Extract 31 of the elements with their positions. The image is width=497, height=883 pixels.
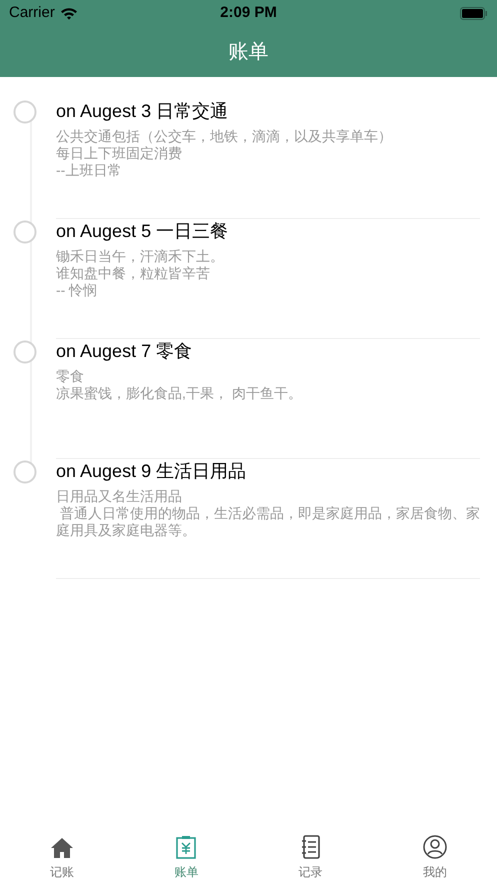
entry-title: on Augest 3 日常交通 <box>56 100 230 123</box>
timeline-circle-icon <box>13 100 37 124</box>
timeline-circle-icon <box>13 340 37 364</box>
entry-description: 公共交通包括（公交车，地铁，滴滴，以及共享单车） <box>56 128 393 145</box>
entry-description: --上班日常 <box>56 162 122 179</box>
timeline-circle-icon <box>13 220 37 244</box>
home-icon[interactable] <box>50 837 74 859</box>
timeline-circle-icon <box>13 460 37 484</box>
entry-description: 零食 <box>56 368 85 385</box>
clock-label: 2:09 PM <box>220 3 277 24</box>
entry-description: 日用品又名生活用品 <box>56 488 183 505</box>
entry-description: 每日上下班固定消费 <box>56 145 183 162</box>
tab-label[interactable]: 我的 <box>422 863 447 881</box>
entry-description: 普通人日常使用的物品，生活必需品，即是家庭用品，家居食物、家庭用具及家庭电器等。 <box>56 505 480 539</box>
entry-description: 谁知盘中餐，粒粒皆辛苦 <box>56 265 211 282</box>
profile-icon[interactable] <box>422 835 447 859</box>
carrier-label: Carrier <box>9 3 55 24</box>
clipboard-icon[interactable] <box>176 835 196 859</box>
tab-label[interactable]: 记录 <box>298 863 323 881</box>
tab-label[interactable]: 账单 <box>174 863 198 881</box>
wifi-icon <box>60 7 78 20</box>
page-title: 账单 <box>228 40 268 65</box>
notebook-icon[interactable] <box>300 835 321 859</box>
tab-label[interactable]: 记账 <box>50 863 74 881</box>
entry-title: on Augest 9 生活日用品 <box>56 460 248 483</box>
entry-description: 凉果蜜饯，膨化食品,干果， 肉干鱼干。 <box>56 385 303 402</box>
entry-description: -- 怜悯 <box>56 282 98 299</box>
battery-icon <box>460 7 488 20</box>
entry-title: on Augest 7 零食 <box>56 340 194 363</box>
entry-description: 锄禾日当午，汗滴禾下土。 <box>56 248 225 265</box>
entry-title: on Augest 5 一日三餐 <box>56 220 230 243</box>
